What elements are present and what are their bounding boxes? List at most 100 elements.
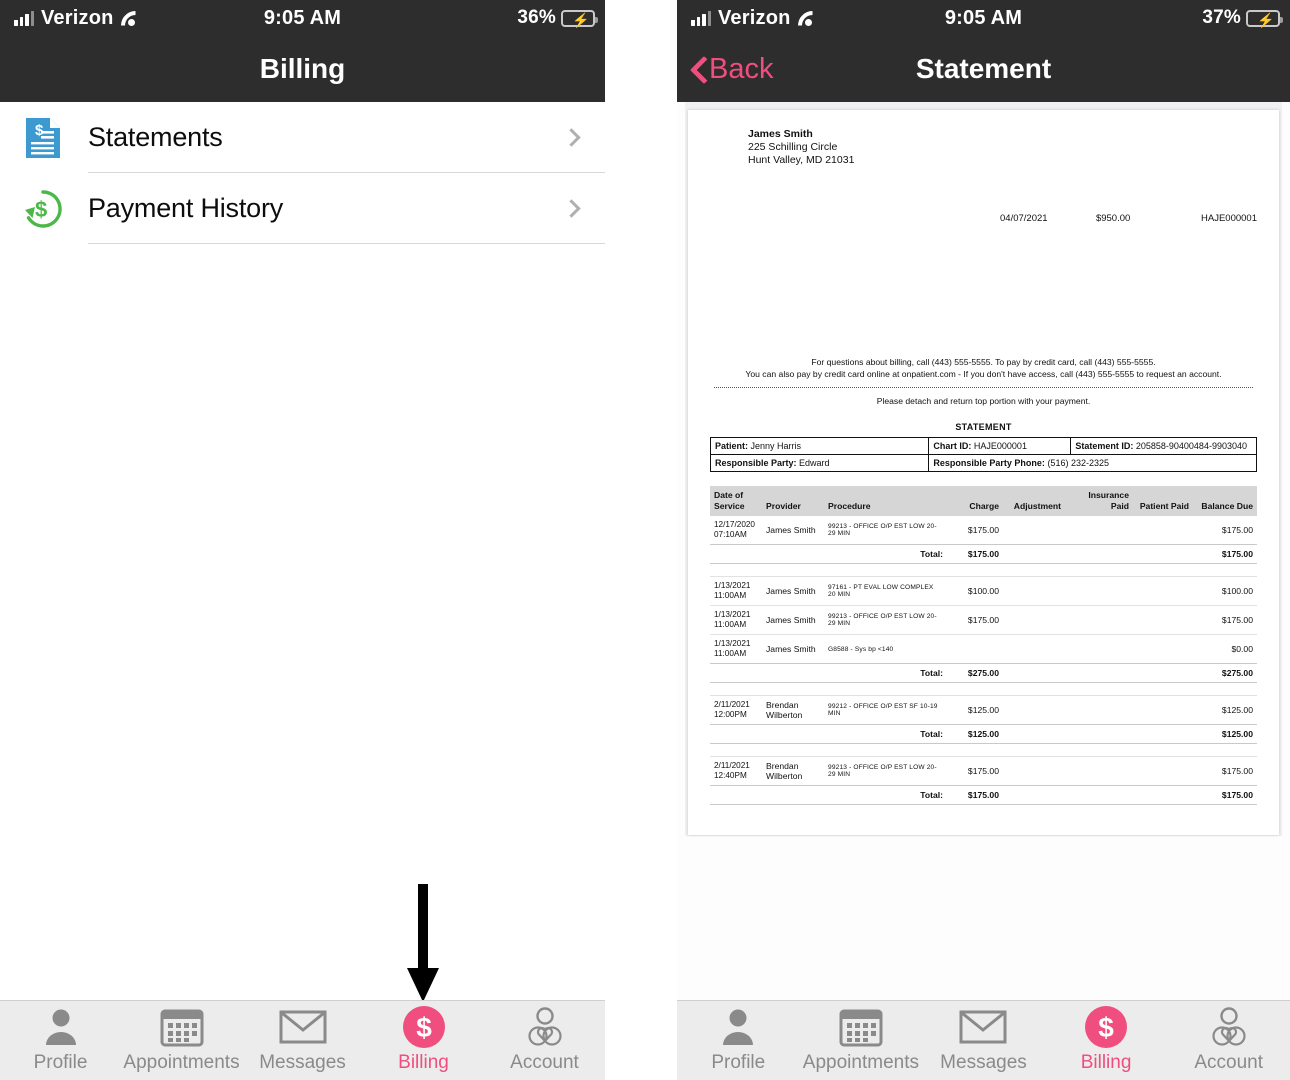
tab-billing[interactable]: $ Billing — [363, 1006, 484, 1074]
responsible-party-cell: Responsible Party: Edward — [709, 454, 930, 472]
cell-provider: James Smith — [762, 605, 824, 635]
tab-label: Billing — [398, 1052, 449, 1073]
list-divider — [88, 243, 605, 244]
patient-cell: Patient: Jenny Harris — [709, 437, 930, 455]
cell-insurance-paid — [1065, 605, 1133, 635]
person-heart-icon — [525, 1007, 565, 1047]
signal-bars-icon — [14, 10, 34, 26]
menu-item-payment-history[interactable]: $ Payment History — [0, 173, 605, 244]
cell-patient-paid — [1133, 695, 1193, 725]
total-pad — [762, 663, 824, 683]
status-right-group: 37% ⚡ — [1202, 7, 1290, 29]
billing-notice: For questions about billing, call (443) … — [710, 356, 1257, 380]
charges-table-body: 12/17/2020 07:10AM James Smith 99213 - OFFI… — [710, 516, 1257, 805]
tab-billing[interactable]: $ Billing — [1045, 1006, 1168, 1074]
statement-summary-line: 04/07/2021 $950.00 HAJE000001 — [710, 213, 1257, 224]
cell-procedure: 99212 - OFFICE O/P EST SF 10-19 MIN — [824, 695, 947, 725]
perforation-divider — [714, 387, 1253, 388]
back-button-label: Back — [709, 52, 774, 85]
cell-charge: $175.00 — [947, 756, 1003, 786]
table-row: 2/11/2021 12:00PM Brendan Wilberton 99212 -… — [710, 695, 1257, 725]
total-pad — [710, 544, 762, 564]
col-balance-due: Balance Due — [1193, 486, 1257, 516]
table-row: 1/13/2021 11:00AM James Smith 99213 - OFFIC… — [710, 605, 1257, 635]
tab-label: Messages — [259, 1052, 346, 1073]
cell-date-of-service: 12/17/2020 07:10AM — [714, 520, 755, 539]
patient-label: Patient: — [715, 441, 749, 451]
tab-bar-left: Profile Appointments Messages $ Billing … — [0, 1000, 605, 1080]
cell-procedure: 99213 - OFFICE O/P EST LOW 20-29 MIN — [824, 605, 947, 635]
cell-adjustment — [1003, 576, 1065, 606]
cell-date-of-service: 2/11/2021 12:40PM — [710, 756, 762, 786]
person-icon — [42, 1007, 80, 1047]
charges-header-row: Date of Service Provider Procedure Charg… — [710, 486, 1257, 516]
table-row: 1/13/2021 11:00AM James Smith G8588 - Sys b… — [710, 634, 1257, 664]
calendar-icon — [839, 1007, 883, 1047]
total-balance: $175.00 — [1193, 785, 1257, 805]
cell-adjustment — [1003, 516, 1065, 545]
chevron-left-icon — [691, 57, 705, 81]
group-total-row: Total: $175.00 $175.00 — [710, 544, 1257, 564]
charges-table: Date of Service Provider Procedure Charg… — [710, 486, 1257, 805]
battery-charging-icon: ⚡ — [561, 9, 598, 28]
responsible-party-value: Edward — [799, 458, 830, 468]
cell-adjustment — [1003, 634, 1065, 664]
tab-appointments[interactable]: Appointments — [121, 1007, 242, 1074]
tab-messages[interactable]: Messages — [242, 1007, 363, 1074]
screen-gap — [605, 0, 677, 1080]
cell-procedure: G8588 - Sys bp <140 — [824, 634, 947, 664]
billing-notice-line-1: For questions about billing, call (443) … — [811, 357, 1156, 367]
cell-adjustment — [1003, 695, 1065, 725]
tab-label: Profile — [33, 1052, 88, 1073]
battery-percent-label: 36% — [517, 7, 556, 28]
cell-insurance-paid — [1065, 576, 1133, 606]
tab-profile[interactable]: Profile — [0, 1007, 121, 1074]
total-pad — [762, 785, 824, 805]
billing-menu-list: $ Statements $ Payment History — [0, 102, 605, 244]
status-bar-left: Verizon 9:05 AM 36% ⚡ — [0, 0, 605, 36]
tab-account[interactable]: Account — [1167, 1007, 1290, 1074]
detach-note: Please detach and return top portion wit… — [876, 396, 1091, 406]
total-charge: $175.00 — [947, 544, 1003, 564]
col-insurance-paid: Insurance Paid — [1065, 486, 1133, 516]
tab-account[interactable]: Account — [484, 1007, 605, 1074]
group-spacer — [710, 683, 1257, 696]
info-row-patient: Patient: Jenny Harris Chart ID: HAJE0000… — [709, 437, 1257, 455]
responsible-phone-label: Responsible Party Phone: — [933, 458, 1045, 468]
back-button[interactable]: Back — [677, 53, 773, 86]
tab-label: Account — [1194, 1052, 1263, 1073]
cell-provider: Brendan Wilberton — [762, 695, 824, 725]
total-pad — [1133, 663, 1193, 683]
tab-appointments[interactable]: Appointments — [800, 1007, 923, 1074]
cell-balance-due: $175.00 — [1193, 756, 1257, 786]
patient-value: Jenny Harris — [750, 441, 802, 451]
status-bar-right: Verizon 9:05 AM 37% ⚡ — [677, 0, 1290, 36]
statement-screen: Verizon 9:05 AM 37% ⚡ Back Statement Jam… — [677, 0, 1290, 1080]
dual-screenshot-container: Verizon 9:05 AM 36% ⚡ Billing $ Statemen… — [0, 0, 1290, 1080]
sender-address-block: James Smith 225 Schilling Circle Hunt Va… — [710, 128, 1257, 167]
cell-charge: $175.00 — [947, 605, 1003, 635]
cell-patient-paid — [1133, 756, 1193, 786]
menu-item-label: Payment History — [88, 193, 284, 223]
menu-item-statements[interactable]: $ Statements — [0, 102, 605, 173]
cell-provider: Brendan Wilberton — [762, 756, 824, 786]
page-title: Billing — [259, 53, 346, 84]
tab-label: Appointments — [802, 1052, 919, 1073]
total-label: Total: — [824, 663, 947, 683]
cell-charge: $175.00 — [967, 525, 999, 535]
tab-profile[interactable]: Profile — [677, 1007, 800, 1074]
cell-patient-paid — [1133, 634, 1193, 664]
statement-scroll-area[interactable]: James Smith 225 Schilling Circle Hunt Va… — [677, 102, 1290, 1000]
table-row: 1/13/2021 11:00AM James Smith 97161 - PT EV… — [710, 576, 1257, 606]
cell-procedure: 97161 - PT EVAL LOW COMPLEX 20 MIN — [824, 576, 947, 606]
dollar-circle-icon: $ — [402, 1006, 446, 1048]
total-pad — [1003, 724, 1065, 744]
statement-document: James Smith 225 Schilling Circle Hunt Va… — [688, 110, 1279, 835]
group-total-row: Total: $125.00 $125.00 — [710, 724, 1257, 744]
statement-id-cell: Statement ID: 205858-90400484-9903040 — [1070, 437, 1257, 455]
total-balance: $125.00 — [1193, 724, 1257, 744]
tab-messages[interactable]: Messages — [922, 1007, 1045, 1074]
refresh-dollar-icon: $ — [20, 188, 66, 230]
total-pad — [1065, 785, 1133, 805]
nav-bar-left: Billing — [0, 36, 605, 102]
